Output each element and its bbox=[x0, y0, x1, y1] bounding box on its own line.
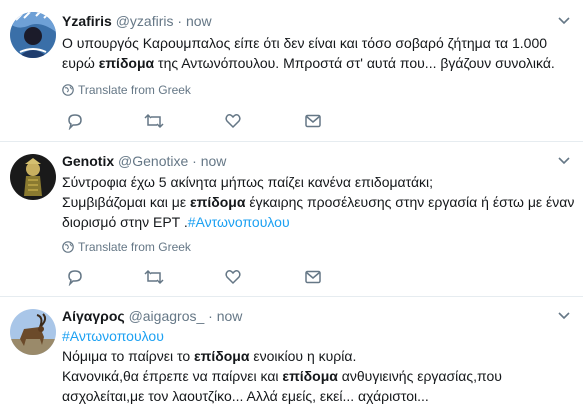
chevron-down-icon[interactable] bbox=[557, 309, 571, 323]
retweet-icon[interactable] bbox=[144, 112, 164, 132]
tweet-text-line: Νόμιμα το παίρνει το επίδομα ενοικίου η … bbox=[62, 346, 577, 366]
tweet-text: #Αντωνοπουλου Νόμιμα το παίρνει το επίδο… bbox=[62, 326, 577, 406]
timestamp[interactable]: now bbox=[186, 13, 212, 29]
separator-dot: · bbox=[192, 153, 197, 169]
tweet-text-part: της Αντωνόπουλου. Μπροστά στ' αυτά που..… bbox=[154, 55, 555, 71]
tweet-text-part: Σύντροφια έχω 5 ακίνητα μήπως παίζει καν… bbox=[62, 174, 434, 190]
user-handle[interactable]: @aigagros_ bbox=[129, 308, 205, 324]
tweet-text-part: Συμβιβάζομαι και με bbox=[62, 194, 190, 210]
tweet-actions bbox=[62, 112, 362, 132]
tweet-text: Ο υπουργός Καρουμπαλος είπε ότι δεν είνα… bbox=[62, 33, 577, 73]
tweet-text-bold: επίδομα bbox=[190, 194, 246, 210]
avatar[interactable] bbox=[10, 154, 56, 200]
hashtag-link[interactable]: #Αντωνοπουλου bbox=[62, 328, 164, 344]
translate-label[interactable]: Translate from Greek bbox=[78, 240, 191, 254]
tweet-text-line: ασχολείται,με τον λαουτζίκο... Αλλά εμεί… bbox=[62, 386, 577, 406]
tweet[interactable]: Genotix @Genotixe · now Σύντροφια έχω 5 … bbox=[0, 142, 583, 295]
retweet-icon[interactable] bbox=[144, 268, 164, 288]
user-handle[interactable]: @Genotixe bbox=[118, 153, 188, 169]
display-name[interactable]: Αίγαγρος bbox=[62, 308, 125, 324]
tweet-text-bold: επίδομα bbox=[282, 368, 338, 384]
display-name[interactable]: Yzafiris bbox=[62, 13, 112, 29]
tweet-text: Σύντροφια έχω 5 ακίνητα μήπως παίζει καν… bbox=[62, 172, 577, 232]
separator-dot: · bbox=[208, 308, 213, 324]
user-handle[interactable]: @yzafiris bbox=[116, 13, 174, 29]
separator-dot: · bbox=[177, 13, 183, 29]
tweet[interactable]: Αίγαγρος @aigagros_ · now #Αντωνοπουλου … bbox=[0, 297, 583, 413]
timestamp[interactable]: now bbox=[201, 153, 227, 169]
chevron-down-icon[interactable] bbox=[557, 14, 571, 28]
avatar[interactable] bbox=[10, 309, 56, 355]
message-icon[interactable] bbox=[304, 112, 324, 132]
globe-icon bbox=[62, 84, 74, 96]
tweet-text-bold: επίδομα bbox=[98, 55, 155, 71]
translate-label[interactable]: Translate from Greek bbox=[78, 83, 191, 97]
translate-link[interactable]: Translate from Greek bbox=[62, 239, 191, 255]
tweet[interactable]: Yzafiris @yzafiris · now Ο υπουργός Καρο… bbox=[0, 0, 583, 141]
tweet-text-line: #Αντωνοπουλου bbox=[62, 326, 577, 346]
tweet-text-part: Νόμιμα το παίρνει το bbox=[62, 348, 195, 364]
tweet-header: Αίγαγρος @aigagros_ · now bbox=[62, 307, 242, 325]
tweet-text-part: Κανονικά,θα έπρεπε να παίρνει και bbox=[62, 368, 283, 384]
globe-icon bbox=[62, 241, 74, 253]
tweet-text-bold: επίδομα bbox=[194, 348, 250, 364]
tweet-text-part: ανθυγιεινής εργασίας,που bbox=[337, 368, 502, 384]
timestamp[interactable]: now bbox=[217, 308, 243, 324]
message-icon[interactable] bbox=[304, 268, 324, 288]
tweet-text-part: ασχολείται,με τον λαουτζίκο... Αλλά εμεί… bbox=[62, 388, 429, 404]
tweet-text-line: Κανονικά,θα έπρεπε να παίρνει και επίδομ… bbox=[62, 366, 577, 386]
tweet-actions bbox=[62, 268, 362, 288]
reply-icon[interactable] bbox=[66, 112, 86, 132]
hashtag-link[interactable]: #Αντωνοπουλου bbox=[188, 214, 290, 230]
chevron-down-icon[interactable] bbox=[557, 154, 571, 168]
tweet-header: Genotix @Genotixe · now bbox=[62, 152, 226, 170]
like-icon[interactable] bbox=[224, 268, 244, 288]
tweet-header: Yzafiris @yzafiris · now bbox=[62, 12, 212, 30]
avatar[interactable] bbox=[10, 12, 56, 58]
tweet-text-line: Σύντροφια έχω 5 ακίνητα μήπως παίζει καν… bbox=[62, 172, 577, 192]
tweet-text-part: ενοικίου η κυρία. bbox=[249, 348, 357, 364]
like-icon[interactable] bbox=[224, 112, 244, 132]
tweet-text-line: Συμβιβάζομαι και με επίδομα έγκαιρης προ… bbox=[62, 192, 577, 232]
display-name[interactable]: Genotix bbox=[62, 153, 114, 169]
reply-icon[interactable] bbox=[66, 268, 86, 288]
translate-link[interactable]: Translate from Greek bbox=[62, 82, 191, 98]
